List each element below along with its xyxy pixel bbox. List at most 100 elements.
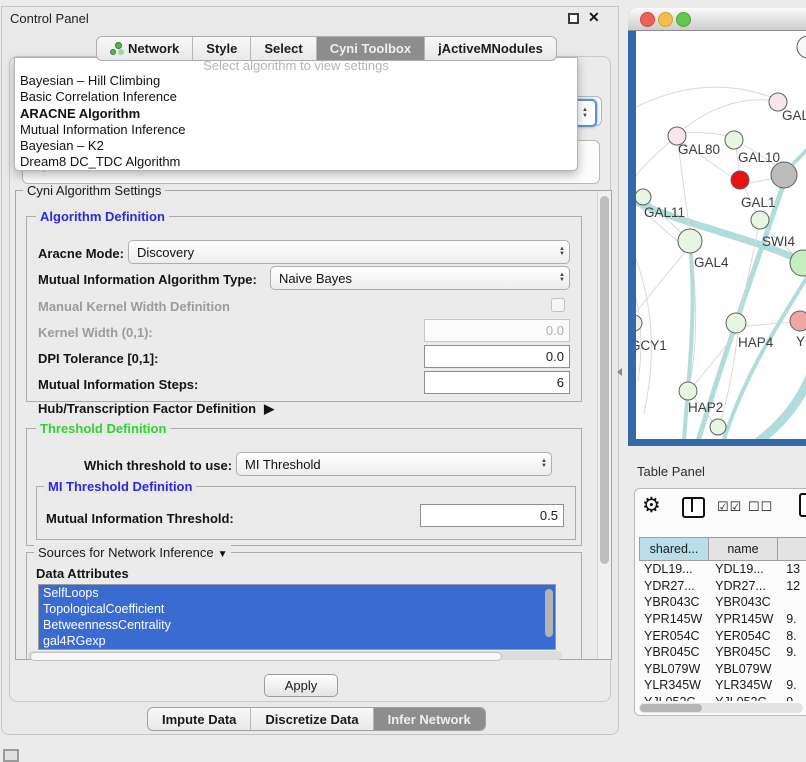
aracne-mode-combobox[interactable]: Discovery ▲▼ [128,240,570,264]
algorithm-option[interactable]: ARACNE Algorithm [15,106,577,122]
network-node[interactable] [751,211,769,229]
network-edge [754,367,806,439]
mi-threshold-label: Mutual Information Threshold: [46,511,234,526]
column-header-shared-[interactable]: shared... [639,537,709,561]
network-node-hap4[interactable] [726,313,746,333]
table-row[interactable]: YBR043CYBR043C [639,594,806,611]
network-canvas-svg[interactable]: GALGAL80GAL10GAL1GAL11SWI4GAL4GCY1HAP4YH… [636,31,806,439]
tab-cyni-toolbox[interactable]: Cyni Toolbox [317,37,425,60]
table-cell: YPR145W [639,612,710,626]
table-hscrollbar[interactable] [639,703,803,713]
network-node-gal10[interactable] [725,131,743,149]
table-cell: YBR045C [710,645,781,659]
table-cell: 9 [781,695,806,701]
table-cell: YJL052C [639,695,710,701]
network-node-y[interactable] [790,311,806,331]
table-row[interactable]: YPR145WYPR145W9. [639,611,806,628]
data-attribute-item[interactable]: gal4RGexp [39,633,555,649]
mi-type-combobox[interactable]: Naive Bayes ▲▼ [270,266,570,290]
select-all-checkboxes-icon[interactable]: ☑☑ [717,499,742,515]
table-row[interactable]: YLR345WYLR345W9. [639,677,806,694]
algorithm-option[interactable]: Bayesian – K2 [15,138,577,154]
data-attributes-list: SelfLoopsTopologicalCoefficientBetweenne… [38,584,556,650]
splitter-collapse-arrow[interactable] [617,368,622,376]
network-edge [794,135,806,163]
network-window-titlebar[interactable] [628,8,806,31]
network-icon [110,42,123,55]
minimize-traffic-light[interactable] [658,12,673,27]
close-icon[interactable]: ✕ [588,9,600,26]
node-label: GAL11 [644,205,685,220]
network-node[interactable] [771,162,797,188]
split-columns-icon[interactable] [682,497,705,518]
data-attribute-item[interactable]: BetweennessCentrality [39,617,555,633]
settings-scrollbar[interactable] [597,191,611,659]
network-node-gal11[interactable] [636,189,651,205]
gear-icon[interactable]: ⚙ [642,493,661,518]
network-edge [636,137,676,181]
float-window-icon[interactable] [568,13,579,24]
algorithm-option[interactable]: Mutual Information Inference [15,122,577,138]
mi-steps-field[interactable]: 6 [424,371,570,394]
table-cell: YLR345W [639,678,710,692]
sources-hscrollbar[interactable] [28,651,562,660]
data-attribute-item[interactable]: TopologicalCoefficient [39,601,555,617]
table-row[interactable]: YER054CYER054C8. [639,627,806,644]
table-hscrollbar-thumb[interactable] [640,704,702,712]
settings-scrollbar-thumb[interactable] [600,196,609,564]
close-traffic-light[interactable] [640,12,655,27]
table-row[interactable]: YDL19...YDL19...13 [639,561,806,578]
column-header-name[interactable]: name [709,537,778,561]
tab-style[interactable]: Style [193,37,251,60]
table-panel-card: ⚙ ☑☑ ☐☐ shared...name YDL19...YDL19...13YD… [634,488,806,716]
kernel-width-field[interactable]: 0.0 [424,319,570,342]
column-header-2[interactable] [778,537,806,561]
sources-legend[interactable]: Sources for Network Inference▼ [34,545,231,560]
network-edge [681,133,732,138]
list-scrollbar-thumb[interactable] [545,589,553,637]
which-threshold-combobox[interactable]: MI Threshold ▲▼ [236,452,552,476]
mi-type-value: Naive Bayes [279,271,352,286]
table-row[interactable]: YBR045CYBR045C9. [639,644,806,661]
table-cell: 12 [781,579,806,593]
bottom-tab-impute-data[interactable]: Impute Data [148,708,251,730]
mi-threshold-legend: MI Threshold Definition [44,479,196,494]
bottom-tab-discretize-data[interactable]: Discretize Data [251,708,373,730]
dpi-tolerance-field[interactable]: 0.0 [424,345,570,368]
algorithm-option[interactable]: Dream8 DC_TDC Algorithm [15,154,577,170]
sources-hscrollbar-thumb[interactable] [30,652,502,661]
export-table-icon[interactable] [799,493,806,517]
network-node-gcy1[interactable] [636,315,642,331]
which-threshold-value: MI Threshold [245,457,321,472]
network-canvas[interactable]: GALGAL80GAL10GAL1GAL11SWI4GAL4GCY1HAP4YH… [636,31,806,439]
table-cell: 9. [781,678,806,692]
apply-button[interactable]: Apply [264,674,338,697]
manual-kernel-checkbox[interactable] [551,298,565,312]
collapsed-panel-icon[interactable] [3,749,19,762]
tab-select[interactable]: Select [251,37,316,60]
bottom-tab-infer-network[interactable]: Infer Network [374,708,485,730]
tab-network[interactable]: Network [97,37,193,60]
network-node-gal4[interactable] [678,229,702,253]
algorithm-option[interactable]: Bayesian – Hill Climbing [15,73,577,89]
mi-type-label: Mutual Information Algorithm Type: [38,272,257,287]
aracne-mode-label: Aracne Mode: [38,246,124,261]
hub-definition-toggle[interactable]: Hub/Transcription Factor Definition▶ [38,401,274,417]
zoom-traffic-light[interactable] [676,12,691,27]
node-label: SWI4 [762,234,795,249]
network-node[interactable] [797,36,806,58]
network-node-gal1[interactable] [731,171,749,189]
mi-threshold-field[interactable]: 0.5 [420,504,564,527]
network-node-hap2[interactable] [679,382,697,400]
deselect-all-checkboxes-icon[interactable]: ☐☐ [748,499,773,515]
table-row[interactable]: YBL079WYBL079W [639,661,806,678]
network-node[interactable] [710,419,726,435]
collapsed-arrow-icon: ▶ [264,401,274,417]
tab-jactivemnodules[interactable]: jActiveMNodules [425,37,556,60]
data-attribute-item[interactable]: SelfLoops [39,585,555,601]
table-row[interactable]: YDR27...YDR27...12 [639,578,806,595]
node-label: GAL [782,108,806,123]
node-label: GAL80 [678,142,720,157]
table-row[interactable]: YJL052CYJL052C9 [639,694,806,701]
algorithm-option[interactable]: Basic Correlation Inference [15,89,577,105]
